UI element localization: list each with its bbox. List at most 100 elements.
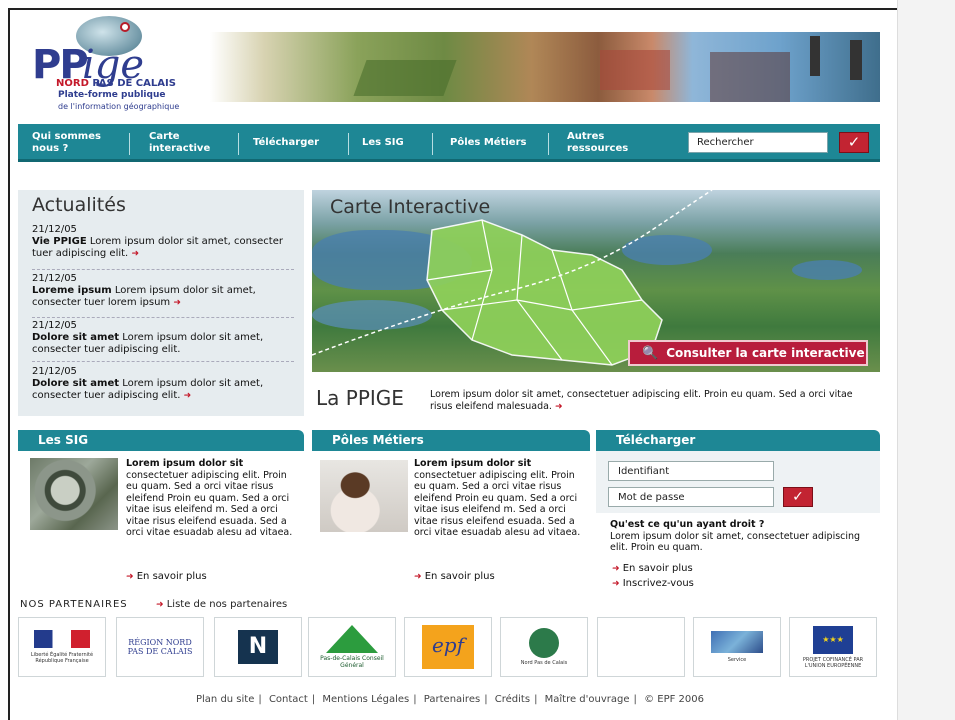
ppige-logo[interactable]: PP ige NORD PAS DE CALAIS Plate-forme pu…: [18, 16, 208, 116]
partner-logo-republique[interactable]: Liberté Égalité Fraternité République Fr…: [18, 617, 106, 677]
interactive-map-panel: Carte Interactive 🔍 Consulter la carte in…: [312, 190, 880, 372]
footer-link-plan[interactable]: Plan du site: [196, 694, 254, 705]
consult-map-label: Consulter la carte interactive: [666, 346, 865, 360]
arrow-icon: ➜: [612, 564, 620, 574]
arrow-icon[interactable]: ➜: [184, 391, 192, 401]
ayant-droit-info: Qu'est ce qu'un ayant droit ? Lorem ipsu…: [610, 519, 872, 554]
search-input[interactable]: [688, 132, 828, 153]
sig-text: Lorem ipsum dolor sit consectetuer adipi…: [126, 458, 294, 539]
nav-carte-interactive[interactable]: Carte interactive: [149, 124, 227, 162]
telecharger-more-link[interactable]: ➜ En savoir plus: [612, 563, 693, 574]
poles-headline: Lorem ipsum dolor sit: [414, 458, 532, 469]
logo-nord: NORD: [56, 78, 89, 89]
partner-name: PROJET COFINANCÉ PAR L'UNION EUROPÉENNE: [802, 656, 864, 669]
partner-name: Liberté Égalité Fraternité République Fr…: [30, 652, 94, 664]
news-headline: Loreme ipsum: [32, 285, 112, 296]
logo-pdc: PAS DE CALAIS: [92, 78, 176, 89]
arrow-icon[interactable]: ➜: [555, 402, 563, 412]
footer-copyright: © EPF 2006: [644, 694, 704, 705]
site-header: PP ige NORD PAS DE CALAIS Plate-forme pu…: [18, 16, 880, 116]
logo-region: NORD PAS DE CALAIS: [56, 78, 176, 89]
partner-logo-union-europeenne[interactable]: ★★★ PROJET COFINANCÉ PAR L'UNION EUROPÉE…: [789, 617, 877, 677]
partner-logo-blank[interactable]: [597, 617, 685, 677]
nav-les-sig[interactable]: Les SIG: [362, 124, 422, 162]
partner-name: Pas-de-Calais Conseil Général: [320, 655, 384, 669]
register-label: Inscrivez-vous: [622, 578, 694, 589]
footer-link-maitre-ouvrage[interactable]: Maître d'ouvrage: [545, 694, 630, 705]
partners-label: NOS PARTENAIRES: [20, 599, 128, 610]
footer-link-contact[interactable]: Contact: [269, 694, 308, 705]
news-date: 21/12/05: [32, 366, 77, 377]
poles-more-link[interactable]: ➜ En savoir plus: [414, 571, 495, 582]
poles-body: consectetuer adipiscing elit. Proin eu q…: [414, 469, 581, 539]
partner-logo-nord-pdc[interactable]: Nord Pas de Calais: [500, 617, 588, 677]
main-nav: Qui sommes nous ? Carte interactive Télé…: [18, 124, 880, 162]
sig-header: Les SIG: [18, 430, 304, 451]
partner-name: Service: [727, 657, 747, 663]
arrow-icon: ➜: [414, 572, 422, 582]
partner-logo-n[interactable]: N: [214, 617, 302, 677]
arrow-icon[interactable]: ➜: [131, 249, 139, 259]
news-date: 21/12/05: [32, 224, 77, 235]
news-panel: Actualités 21/12/05 Vie PPIGE Lorem ipsu…: [18, 190, 304, 416]
logo-tagline-2: de l'information géographique: [58, 102, 180, 111]
site-footer: Plan du site | Contact | Mentions Légales |…: [195, 694, 704, 705]
poles-thumbnail-image[interactable]: [320, 460, 408, 532]
news-item[interactable]: 21/12/05 Dolore sit amet Lorem ipsum dol…: [32, 320, 294, 356]
arrow-icon[interactable]: ➜: [173, 298, 181, 308]
ayant-droit-question: Qu'est ce qu'un ayant droit ?: [610, 519, 765, 530]
sig-section: Lorem ipsum dolor sit consectetuer adipi…: [18, 451, 304, 589]
sig-more-label: En savoir plus: [136, 571, 207, 582]
partners-list-label: Liste de nos partenaires: [166, 599, 288, 610]
telecharger-more-label: En savoir plus: [622, 563, 693, 574]
eu-stars-icon: ★★★: [813, 625, 853, 654]
sig-body: consectetuer adipiscing elit. Proin eu q…: [126, 469, 293, 539]
news-date: 21/12/05: [32, 273, 77, 284]
partner-logo-pas-de-calais[interactable]: Pas-de-Calais Conseil Général: [308, 617, 396, 677]
partner-logo-epf[interactable]: epf: [404, 617, 492, 677]
news-headline: Dolore sit amet: [32, 332, 120, 343]
ayant-droit-text: Lorem ipsum dolor sit amet, consectetuer…: [610, 530, 861, 554]
window-margin: [897, 0, 955, 720]
login-form: ✓: [596, 451, 880, 513]
news-headline: Dolore sit amet: [32, 378, 120, 389]
news-item[interactable]: 21/12/05 Loreme ipsum Lorem ipsum dolor …: [32, 273, 294, 309]
arrow-icon: ➜: [156, 600, 164, 610]
consult-map-button[interactable]: 🔍 Consulter la carte interactive: [628, 340, 868, 366]
sig-headline: Lorem ipsum dolor sit: [126, 458, 244, 469]
sig-more-link[interactable]: ➜ En savoir plus: [126, 571, 207, 582]
nav-autres-ressources[interactable]: Autres ressources: [567, 124, 643, 162]
ppige-text: Lorem ipsum dolor sit amet, consectetuer…: [430, 389, 853, 412]
footer-link-credits[interactable]: Crédits: [495, 694, 530, 705]
search-submit-button[interactable]: ✓: [839, 132, 869, 153]
partner-name: N: [238, 630, 278, 664]
partners-list-link[interactable]: ➜ Liste de nos partenaires: [156, 599, 287, 610]
news-date: 21/12/05: [32, 320, 77, 331]
partner-logo-service[interactable]: Service: [693, 617, 781, 677]
partner-name: RÉGION NORD PAS DE CALAIS: [127, 638, 193, 656]
poles-section: Lorem ipsum dolor sit consectetuer adipi…: [312, 451, 590, 589]
arrow-icon: ➜: [612, 579, 620, 589]
footer-link-mentions[interactable]: Mentions Légales: [322, 694, 409, 705]
password-field[interactable]: [608, 487, 774, 507]
poles-header: Pôles Métiers: [312, 430, 590, 451]
nav-qui-sommes-nous[interactable]: Qui sommes nous ?: [32, 124, 122, 162]
identifiant-field[interactable]: [608, 461, 774, 481]
news-item[interactable]: 21/12/05 Dolore sit amet Lorem ipsum dol…: [32, 366, 294, 402]
nav-telecharger[interactable]: Télécharger: [253, 124, 343, 162]
sig-thumbnail-image[interactable]: [30, 458, 118, 530]
footer-link-partenaires[interactable]: Partenaires: [424, 694, 480, 705]
nav-poles-metiers[interactable]: Pôles Métiers: [450, 124, 540, 162]
telecharger-header: Télécharger: [596, 430, 880, 451]
news-headline: Vie PPIGE: [32, 236, 87, 247]
register-link[interactable]: ➜ Inscrivez-vous: [612, 578, 694, 589]
login-submit-button[interactable]: ✓: [783, 487, 813, 507]
news-item[interactable]: 21/12/05 Vie PPIGE Lorem ipsum dolor sit…: [32, 224, 294, 260]
partner-name: Nord Pas de Calais: [520, 660, 568, 666]
carte-title: Carte Interactive: [330, 196, 491, 218]
poles-more-label: En savoir plus: [424, 571, 495, 582]
partner-logo-region[interactable]: RÉGION NORD PAS DE CALAIS: [116, 617, 204, 677]
search-icon: 🔍: [642, 346, 659, 361]
ppige-title: La PPIGE: [316, 386, 404, 410]
header-banner-image: [210, 32, 880, 102]
